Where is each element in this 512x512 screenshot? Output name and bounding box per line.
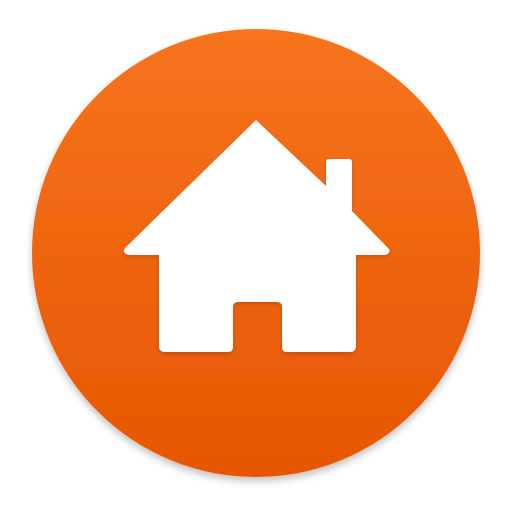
app-icon[interactable]	[0, 0, 512, 512]
home-icon	[32, 29, 480, 477]
